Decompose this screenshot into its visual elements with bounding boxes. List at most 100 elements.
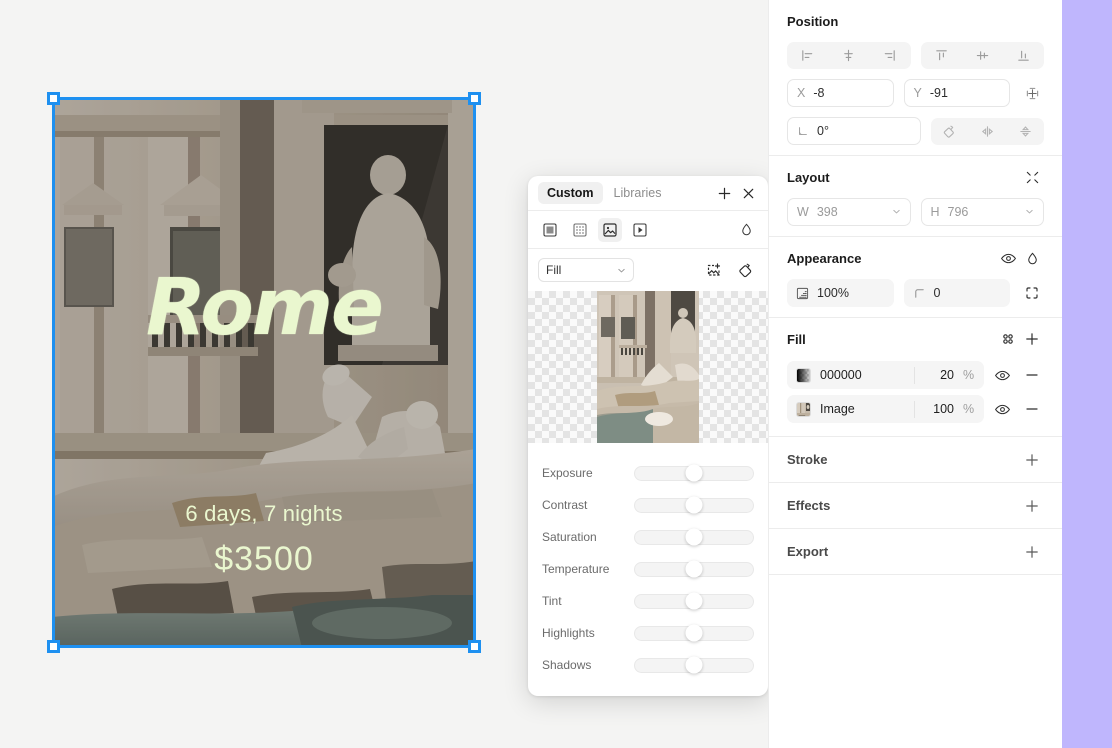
chevron-down-icon[interactable] [1025, 205, 1034, 219]
app-root: Rome 6 days, 7 nights $3500 Custom Libra… [0, 0, 1112, 748]
height-label: H [930, 205, 940, 219]
section-title: Appearance [787, 250, 862, 266]
adjustment-row-saturation: Saturation [542, 521, 754, 553]
tab-custom[interactable]: Custom [538, 182, 603, 204]
add-stroke-icon[interactable] [1020, 448, 1044, 472]
opacity-field[interactable]: 100% [787, 279, 894, 307]
adjustment-row-tint: Tint [542, 585, 754, 617]
add-fill-icon[interactable] [1020, 327, 1044, 351]
chevron-down-icon[interactable] [892, 205, 901, 219]
section-title: Position [787, 13, 839, 29]
remove-icon[interactable] [1020, 363, 1044, 387]
add-icon[interactable] [713, 182, 735, 204]
adjustment-row-exposure: Exposure [542, 457, 754, 489]
section-export[interactable]: Export [769, 529, 1062, 575]
fill-opacity-value: 100 [933, 402, 954, 416]
remove-icon[interactable] [1020, 397, 1044, 421]
eye-icon[interactable] [990, 397, 1014, 421]
section-title: Fill [787, 331, 806, 347]
adjustment-label: Highlights [542, 626, 595, 640]
collapse-icon[interactable] [1020, 165, 1044, 189]
image-fill-panel[interactable]: Custom Libraries Fill Exposure Contrast … [528, 176, 768, 696]
position-y-field[interactable]: Y -91 [903, 79, 1010, 107]
independent-corners-icon[interactable] [1020, 281, 1044, 305]
align-bottom-icon[interactable] [1003, 42, 1044, 69]
image-adjustments: Exposure Contrast Saturation Temperature… [528, 443, 768, 696]
align-top-icon[interactable] [921, 42, 962, 69]
transform-group [930, 117, 1044, 145]
section-stroke[interactable]: Stroke [769, 437, 1062, 483]
image-icon[interactable] [598, 217, 622, 242]
position-x-label: X [797, 86, 806, 100]
align-vertical-group [920, 42, 1044, 69]
droplet-icon[interactable] [734, 218, 758, 242]
section-appearance: Appearance 100% 0 [769, 237, 1062, 318]
fill-type-selector [528, 211, 768, 249]
fill-opacity-unit: % [963, 368, 975, 382]
artwork-title: Rome [146, 263, 384, 353]
section-title: Effects [787, 498, 831, 513]
align-center-horizontal-icon[interactable] [828, 42, 869, 69]
section-title: Layout [787, 169, 830, 185]
width-value: 398 [816, 205, 838, 219]
align-center-vertical-icon[interactable] [962, 42, 1003, 69]
align-horizontal-group [787, 42, 911, 69]
adjustment-slider-saturation[interactable] [634, 528, 754, 546]
droplet-icon[interactable] [1020, 246, 1044, 270]
section-effects[interactable]: Effects [769, 483, 1062, 529]
eye-icon[interactable] [996, 246, 1020, 270]
image-preview[interactable] [528, 291, 768, 443]
close-icon[interactable] [737, 182, 759, 204]
opacity-value: 100% [817, 286, 849, 300]
fill-color-name: 000000 [820, 368, 862, 382]
adjustment-label: Tint [542, 594, 562, 608]
height-field[interactable]: H 796 [920, 198, 1044, 226]
adjustment-slider-shadows[interactable] [634, 656, 754, 674]
adjustment-slider-temperature[interactable] [634, 560, 754, 578]
adjustment-slider-tint[interactable] [634, 592, 754, 610]
artwork-price: $3500 [214, 540, 314, 578]
add-export-icon[interactable] [1020, 540, 1044, 564]
artwork-subtitle: 6 days, 7 nights [185, 501, 343, 526]
position-x-field[interactable]: X -8 [787, 79, 894, 107]
rotate-icon[interactable] [931, 118, 969, 145]
fill-row-color[interactable]: 000000 20 % [787, 360, 1044, 390]
fit-mode-select[interactable]: Fill [538, 258, 634, 282]
color-swatch[interactable] [796, 367, 811, 383]
pattern-icon[interactable] [568, 218, 592, 242]
adjustment-row-temperature: Temperature [542, 553, 754, 585]
fill-row-image[interactable]: Image 100 % [787, 394, 1044, 424]
section-position: Position X -8 Y -91 0° [769, 0, 1062, 156]
image-swatch[interactable] [796, 401, 811, 417]
artboard[interactable]: Rome 6 days, 7 nights $3500 [52, 97, 476, 648]
inspector-panel: Position X -8 Y -91 0° Layout W 398 H 79… [768, 0, 1062, 748]
position-y-value: -91 [929, 86, 948, 100]
opacity-icon [796, 287, 809, 300]
add-effect-icon[interactable] [1020, 494, 1044, 518]
adjustment-slider-exposure[interactable] [634, 464, 754, 482]
width-field[interactable]: W 398 [787, 198, 911, 226]
replace-image-icon[interactable] [702, 258, 726, 282]
adjustment-slider-highlights[interactable] [634, 624, 754, 642]
flip-horizontal-icon[interactable] [968, 118, 1006, 145]
tab-libraries[interactable]: Libraries [605, 182, 671, 204]
video-icon[interactable] [628, 218, 652, 242]
add-position-icon[interactable] [1020, 81, 1044, 105]
fill-image-name: Image [820, 402, 855, 416]
image-panel-header: Custom Libraries [528, 176, 768, 211]
fill-styles-icon[interactable] [996, 327, 1020, 351]
adjustment-row-contrast: Contrast [542, 489, 754, 521]
adjustment-label: Contrast [542, 498, 588, 512]
align-left-icon[interactable] [787, 42, 828, 69]
position-x-value: -8 [813, 86, 825, 100]
corner-radius-value: 0 [933, 286, 941, 300]
corner-radius-field[interactable]: 0 [903, 279, 1010, 307]
flip-vertical-icon[interactable] [1006, 118, 1044, 145]
solid-color-icon[interactable] [538, 218, 562, 242]
align-right-icon[interactable] [869, 42, 910, 69]
fill-opacity-value: 20 [940, 368, 954, 382]
rotation-field[interactable]: 0° [787, 117, 921, 145]
adjustment-slider-contrast[interactable] [634, 496, 754, 514]
rotate-icon[interactable] [734, 258, 758, 282]
eye-icon[interactable] [990, 363, 1014, 387]
